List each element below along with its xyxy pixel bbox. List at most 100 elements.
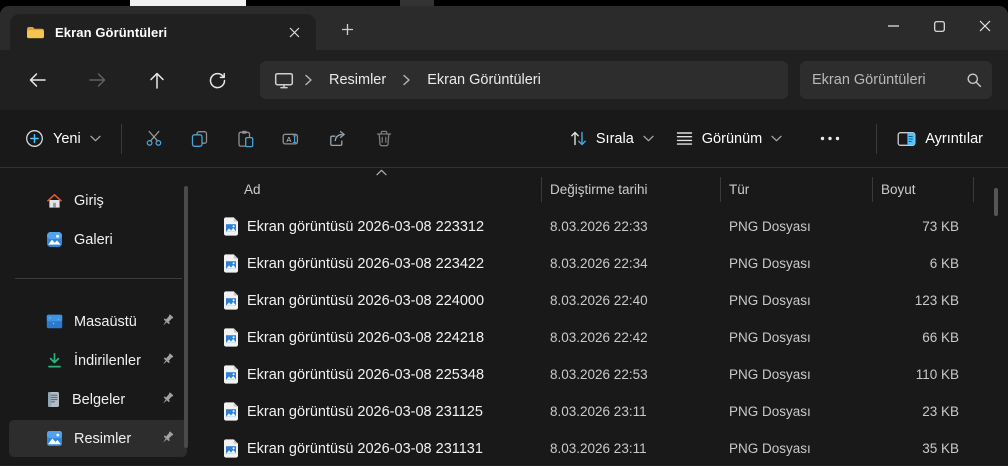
sidebar-item-belgeler[interactable]: Belgeler <box>9 381 187 418</box>
sidebar-scrollbar[interactable] <box>184 186 188 448</box>
file-type-cell: PNG Dosyası <box>729 293 811 308</box>
scissors-icon <box>145 130 163 147</box>
chevron-down-icon <box>90 135 101 142</box>
file-date-cell: 8.03.2026 23:11 <box>550 404 647 419</box>
view-button[interactable]: Görünüm <box>665 119 793 159</box>
gallery-icon <box>46 231 63 248</box>
back-button[interactable] <box>16 61 58 99</box>
file-list-scrollbar[interactable] <box>994 188 998 216</box>
sort-ascending-icon <box>376 169 387 176</box>
file-row[interactable]: Ekran görüntüsü 2026-03-08 224218 8.03.2… <box>196 319 1008 356</box>
close-icon <box>979 20 991 32</box>
sort-button[interactable]: Sırala <box>559 119 665 159</box>
details-pane-label: Ayrıntılar <box>925 130 983 147</box>
sort-icon <box>570 130 587 147</box>
column-header-size[interactable]: Boyut <box>872 182 973 197</box>
column-header-date[interactable]: Değiştirme tarihi <box>541 182 720 197</box>
png-file-icon <box>223 217 239 236</box>
file-row[interactable]: Ekran görüntüsü 2026-03-08 231131 8.03.2… <box>196 430 1008 466</box>
close-window-button[interactable] <box>962 6 1008 46</box>
view-button-label: Görünüm <box>701 130 763 147</box>
file-size-cell: 123 KB <box>914 293 959 308</box>
file-name-cell: Ekran görüntüsü 2026-03-08 224000 <box>196 291 541 310</box>
details-pane-icon <box>897 131 916 147</box>
plus-circle-icon <box>25 129 44 148</box>
file-row[interactable]: Ekran görüntüsü 2026-03-08 224000 8.03.2… <box>196 282 1008 319</box>
new-button-label: Yeni <box>53 130 81 147</box>
file-size-cell: 6 KB <box>929 256 959 271</box>
file-row[interactable]: Ekran görüntüsü 2026-03-08 223312 8.03.2… <box>196 208 1008 245</box>
file-list: Ad Değiştirme tarihi Tür Boyut Ekran gör… <box>196 168 1008 465</box>
delete-button[interactable] <box>361 119 407 159</box>
column-header-name[interactable]: Ad <box>196 182 541 197</box>
rename-button[interactable]: A <box>269 119 315 159</box>
cut-button[interactable] <box>131 119 177 159</box>
column-divider[interactable] <box>973 177 974 202</box>
breadcrumb: Resimler Ekran Görüntüleri <box>260 61 788 99</box>
file-name-cell: Ekran görüntüsü 2026-03-08 231131 <box>196 439 541 458</box>
search-icon[interactable] <box>966 72 982 88</box>
rename-icon: A <box>282 131 301 147</box>
up-button[interactable] <box>136 61 178 99</box>
command-bar-right: Sırala Görünüm Ayrıntılar <box>559 119 994 159</box>
sidebar-item-masaustu[interactable]: Masaüstü <box>9 303 187 340</box>
file-row[interactable]: Ekran görüntüsü 2026-03-08 225348 8.03.2… <box>196 356 1008 393</box>
view-lines-icon <box>676 131 693 146</box>
png-file-icon <box>223 328 239 347</box>
explorer-tab[interactable]: Ekran Görüntüleri <box>10 14 316 50</box>
share-icon <box>329 130 347 147</box>
column-header-type[interactable]: Tür <box>720 182 872 197</box>
file-name: Ekran görüntüsü 2026-03-08 231131 <box>247 440 483 457</box>
sidebar-item-resimler[interactable]: Resimler <box>9 420 187 457</box>
more-options-button[interactable] <box>807 119 853 159</box>
file-type-cell: PNG Dosyası <box>729 404 811 419</box>
title-bar: Ekran Görüntüleri <box>0 6 1008 50</box>
this-pc-icon[interactable] <box>274 71 294 89</box>
share-button[interactable] <box>315 119 361 159</box>
file-row[interactable]: Ekran görüntüsü 2026-03-08 223422 8.03.2… <box>196 245 1008 282</box>
details-pane-button[interactable]: Ayrıntılar <box>886 119 994 159</box>
file-date-cell: 8.03.2026 23:11 <box>550 441 647 456</box>
breadcrumb-item-resimler[interactable]: Resimler <box>323 69 392 91</box>
new-tab-button[interactable] <box>330 14 364 44</box>
file-type-cell: PNG Dosyası <box>729 330 811 345</box>
refresh-button[interactable] <box>196 61 238 99</box>
ellipsis-icon <box>820 136 840 141</box>
png-file-icon <box>223 291 239 310</box>
column-divider[interactable] <box>541 177 542 202</box>
arrow-left-icon <box>29 72 46 88</box>
tab-title: Ekran Görüntüleri <box>55 24 168 40</box>
new-button[interactable]: Yeni <box>14 119 112 159</box>
window-controls <box>870 6 1008 50</box>
pin-icon <box>160 430 175 445</box>
minimize-button[interactable] <box>870 6 916 46</box>
forward-button[interactable] <box>76 61 118 99</box>
breadcrumb-item-ekran-goruntuleri[interactable]: Ekran Görüntüleri <box>421 69 547 91</box>
sidebar-item-galeri[interactable]: Galeri <box>9 221 187 258</box>
copy-icon <box>191 130 208 148</box>
file-name: Ekran görüntüsü 2026-03-08 224000 <box>247 292 485 309</box>
pin-icon <box>160 352 175 367</box>
search-box <box>800 61 992 99</box>
file-size-cell: 23 KB <box>922 404 959 419</box>
sidebar-item-indirilenler[interactable]: İndirilenler <box>9 342 187 379</box>
close-icon <box>289 27 300 38</box>
png-file-icon <box>223 254 239 273</box>
sidebar-item-giris[interactable]: Giriş <box>9 182 187 219</box>
pictures-icon <box>46 430 63 447</box>
paste-button[interactable] <box>223 119 269 159</box>
minimize-icon <box>887 25 899 27</box>
sidebar-item-label: İndirilenler <box>74 352 141 369</box>
file-date-cell: 8.03.2026 22:53 <box>550 367 648 382</box>
file-type-cell: PNG Dosyası <box>729 441 811 456</box>
column-divider[interactable] <box>720 177 721 202</box>
copy-button[interactable] <box>177 119 223 159</box>
file-name-cell: Ekran görüntüsü 2026-03-08 231125 <box>196 402 541 421</box>
maximize-button[interactable] <box>916 6 962 46</box>
column-divider[interactable] <box>872 177 873 202</box>
file-row[interactable]: Ekran görüntüsü 2026-03-08 231125 8.03.2… <box>196 393 1008 430</box>
tab-close-button[interactable] <box>280 19 308 45</box>
file-name: Ekran görüntüsü 2026-03-08 225348 <box>247 366 485 383</box>
screen: Ekran Görüntüleri Resimler Ekran Görüntü… <box>0 0 1008 466</box>
search-input[interactable] <box>812 72 966 88</box>
